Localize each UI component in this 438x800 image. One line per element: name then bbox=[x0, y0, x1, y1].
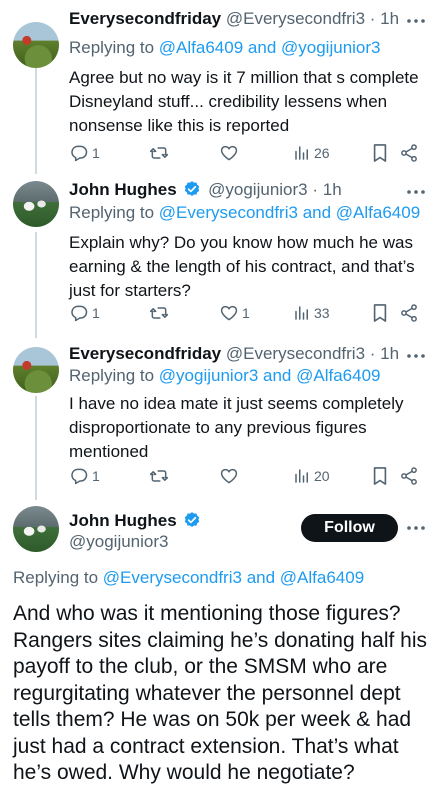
more-icon[interactable] bbox=[406, 518, 426, 538]
tweet-text: Explain why? Do you know how much he was… bbox=[69, 233, 415, 300]
replying-to: Replying to @Everysecondfri3 and @Alfa64… bbox=[69, 201, 428, 225]
verified-icon bbox=[185, 512, 200, 527]
tweet-actions: 1 1 33 bbox=[69, 301, 421, 325]
mention-link[interactable]: @Alfa6409 bbox=[280, 568, 364, 587]
bookmark-icon bbox=[373, 144, 387, 162]
bookmark-button[interactable] bbox=[371, 301, 389, 325]
reply-count: 1 bbox=[92, 468, 100, 484]
avatar[interactable] bbox=[13, 181, 59, 227]
retweet-button[interactable] bbox=[149, 141, 169, 165]
mention-link[interactable]: @Alfa6409 bbox=[159, 38, 243, 57]
share-button[interactable] bbox=[399, 464, 419, 488]
like-count: 1 bbox=[242, 305, 250, 321]
replying-prefix: Replying to bbox=[69, 38, 155, 57]
main-author-handle[interactable]: @yogijunior3 bbox=[69, 530, 168, 554]
like-icon bbox=[220, 468, 238, 484]
tweet-text: Agree but no way is it 7 million that s … bbox=[69, 68, 419, 135]
reply-count: 1 bbox=[92, 145, 100, 161]
retweet-icon bbox=[149, 470, 169, 482]
tweet-3[interactable]: Everysecondfriday @Everysecondfri3 · 1h … bbox=[0, 341, 438, 491]
retweet-icon bbox=[149, 307, 169, 319]
mention-link[interactable]: @Alfa6409 bbox=[296, 366, 380, 385]
retweet-button[interactable] bbox=[149, 301, 169, 325]
main-author-name-text[interactable]: John Hughes bbox=[69, 511, 177, 530]
like-button[interactable]: 1 bbox=[219, 301, 250, 325]
author-handle[interactable]: @yogijunior3 bbox=[208, 180, 307, 199]
avatar[interactable] bbox=[13, 22, 59, 68]
share-button[interactable] bbox=[399, 141, 419, 165]
share-button[interactable] bbox=[399, 301, 419, 325]
reply-button[interactable]: 1 bbox=[69, 141, 100, 165]
replying-prefix: Replying to bbox=[69, 203, 155, 222]
tweet-header: Everysecondfriday @Everysecondfri3 · 1h bbox=[69, 6, 428, 32]
replying-to: Replying to @yogijunior3 and @Alfa6409 bbox=[69, 364, 428, 388]
reply-button[interactable]: 1 bbox=[69, 464, 100, 488]
tweet-1[interactable]: Everysecondfriday @Everysecondfri3 · 1h … bbox=[0, 6, 438, 166]
reply-icon bbox=[71, 468, 88, 485]
more-icon[interactable] bbox=[406, 11, 426, 31]
more-icon[interactable] bbox=[406, 182, 426, 202]
tweet-time[interactable]: · 1h bbox=[370, 344, 399, 363]
bookmark-icon bbox=[373, 467, 387, 485]
views-icon bbox=[295, 306, 308, 320]
more-icon[interactable] bbox=[406, 346, 426, 366]
verified-icon bbox=[185, 181, 200, 196]
mention-link[interactable]: @Everysecondfri3 bbox=[159, 203, 298, 222]
retweet-icon bbox=[149, 147, 169, 159]
views-button[interactable]: 20 bbox=[293, 464, 330, 488]
replying-prefix: Replying to bbox=[69, 366, 155, 385]
share-icon bbox=[401, 467, 417, 485]
author-name[interactable]: Everysecondfriday bbox=[69, 9, 221, 28]
views-button[interactable]: 26 bbox=[293, 141, 330, 165]
like-button[interactable] bbox=[219, 464, 239, 488]
views-count: 20 bbox=[314, 468, 330, 484]
views-count: 33 bbox=[314, 305, 330, 321]
replying-and[interactable]: and bbox=[303, 203, 331, 222]
retweet-button[interactable] bbox=[149, 464, 169, 488]
mention-link[interactable]: @Everysecondfri3 bbox=[103, 568, 242, 587]
tweet-2[interactable]: John Hughes @yogijunior3 · 1h Replying t… bbox=[0, 177, 438, 337]
replying-and[interactable]: and bbox=[263, 366, 291, 385]
reply-button[interactable]: 1 bbox=[69, 301, 100, 325]
views-button[interactable]: 33 bbox=[293, 301, 330, 325]
follow-button[interactable]: Follow bbox=[301, 514, 398, 542]
tweet-header: John Hughes @yogijunior3 · 1h bbox=[69, 177, 428, 203]
tweet-time[interactable]: · 1h bbox=[370, 9, 399, 28]
bookmark-button[interactable] bbox=[371, 141, 389, 165]
main-tweet-text: And who was it mentioning those figures?… bbox=[13, 602, 428, 784]
author-name[interactable]: Everysecondfriday bbox=[69, 344, 221, 363]
mention-link[interactable]: @yogijunior3 bbox=[159, 366, 258, 385]
views-icon bbox=[295, 146, 308, 160]
main-replying-to: Replying to @Everysecondfri3 and @Alfa64… bbox=[13, 566, 364, 590]
mention-link[interactable]: @Alfa6409 bbox=[336, 203, 420, 222]
bookmark-icon bbox=[373, 304, 387, 322]
views-icon bbox=[295, 469, 308, 483]
share-icon bbox=[401, 144, 417, 162]
bookmark-button[interactable] bbox=[371, 464, 389, 488]
like-icon bbox=[220, 305, 238, 321]
reply-count: 1 bbox=[92, 305, 100, 321]
like-icon bbox=[220, 145, 238, 161]
author-handle[interactable]: @Everysecondfri3 bbox=[226, 9, 365, 28]
views-count: 26 bbox=[314, 145, 330, 161]
tweet-text: I have no idea mate it just seems comple… bbox=[69, 394, 404, 461]
replying-and[interactable]: and bbox=[247, 568, 275, 587]
tweet-actions: 1 26 bbox=[69, 141, 421, 165]
author-name[interactable]: John Hughes bbox=[69, 180, 177, 199]
tweet-time[interactable]: · 1h bbox=[312, 180, 341, 199]
replying-to: Replying to @Alfa6409 and @yogijunior3 bbox=[69, 36, 428, 60]
share-icon bbox=[401, 304, 417, 322]
like-button[interactable] bbox=[219, 141, 239, 165]
reply-icon bbox=[71, 145, 88, 162]
replying-prefix: Replying to bbox=[13, 568, 99, 587]
reply-icon bbox=[71, 305, 88, 322]
mention-link[interactable]: @yogijunior3 bbox=[281, 38, 380, 57]
author-handle[interactable]: @Everysecondfri3 bbox=[226, 344, 365, 363]
avatar[interactable] bbox=[13, 347, 59, 393]
tweet-actions: 1 20 bbox=[69, 464, 421, 488]
replying-and[interactable]: and bbox=[248, 38, 276, 57]
main-avatar[interactable] bbox=[13, 506, 59, 552]
